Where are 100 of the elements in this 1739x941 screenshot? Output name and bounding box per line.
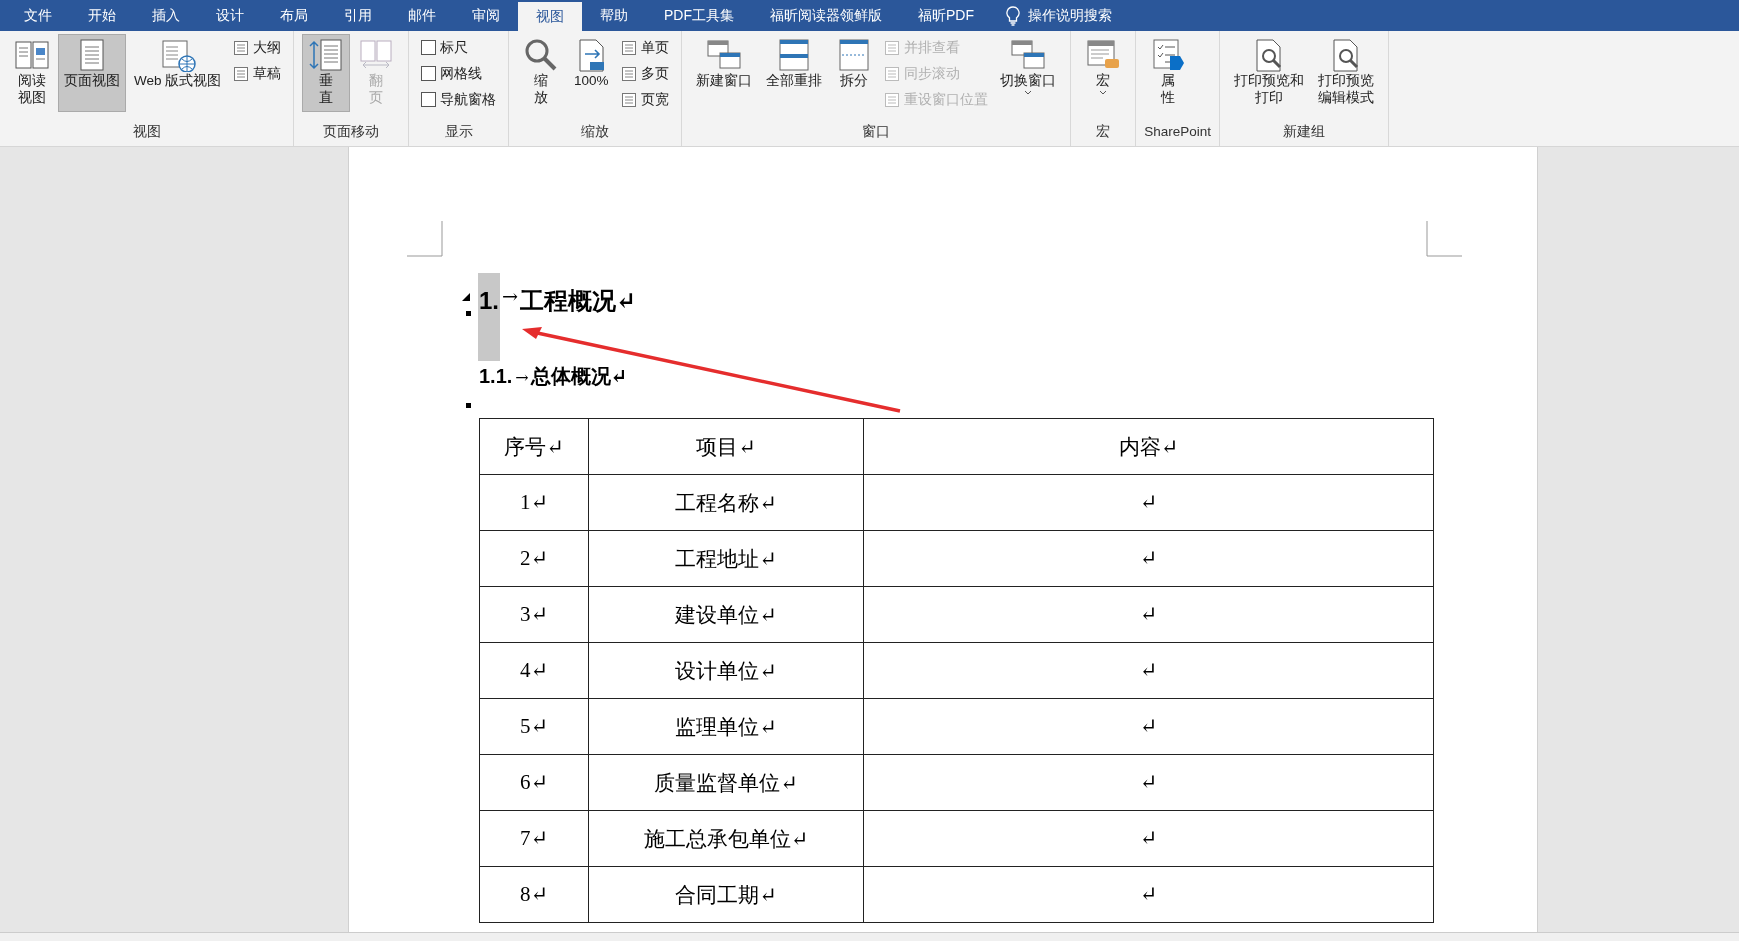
heading-number: 1. xyxy=(478,273,500,361)
ribbon-tab[interactable]: 插入 xyxy=(134,0,198,31)
table-cell: 4↵ xyxy=(479,642,589,699)
tab-mark: → xyxy=(515,368,529,387)
book-icon xyxy=(14,38,50,72)
table-cell: ↵ xyxy=(863,642,1434,699)
ribbon-button[interactable]: 大纲 xyxy=(233,37,282,58)
table-cell: 合同工期↵ xyxy=(588,866,864,923)
horizontal-scrollbar[interactable] xyxy=(0,932,1739,941)
ribbon-button[interactable]: 宏 xyxy=(1079,34,1128,112)
lightbulb-icon xyxy=(1006,5,1020,26)
ribbon-tab[interactable]: 文件 xyxy=(6,0,70,31)
table-cell: 8↵ xyxy=(479,866,589,923)
ribbon-button[interactable]: 属 性 xyxy=(1144,34,1193,112)
windows-icon xyxy=(1010,38,1047,72)
page-icon xyxy=(884,65,901,82)
ribbon-button[interactable]: 切换窗口 xyxy=(994,34,1063,112)
ribbon-tab[interactable]: 福昕PDF xyxy=(900,0,992,31)
table-cell: 6↵ xyxy=(479,754,589,811)
table-cell: 监理单位↵ xyxy=(588,698,864,755)
ribbon-tab[interactable]: 开始 xyxy=(70,0,134,31)
table-cell: 1↵ xyxy=(479,474,589,531)
ribbon-button[interactable]: 单页 xyxy=(621,37,670,58)
heading-text: 工程概况↵ xyxy=(520,285,637,317)
group-label: 窗口 xyxy=(861,123,892,141)
ribbon-tab[interactable]: 审阅 xyxy=(454,0,518,31)
page-icon xyxy=(621,91,638,108)
group-label: 新建组 xyxy=(1282,123,1327,141)
table-cell: 质量监督单位↵ xyxy=(588,754,864,811)
paragraph-marker-icon xyxy=(466,403,471,408)
margin-corner-icon xyxy=(407,221,443,257)
page-icon xyxy=(884,39,901,56)
table-cell: 2↵ xyxy=(479,530,589,587)
tell-me-search[interactable]: 操作说明搜索 xyxy=(1028,6,1112,25)
ribbon-button[interactable]: 多页 xyxy=(621,63,670,84)
table-cell: 5↵ xyxy=(479,698,589,755)
table-header-cell: 项目↵ xyxy=(588,418,864,475)
ribbon-button[interactable]: 缩 放 xyxy=(517,34,566,112)
ribbon-tab[interactable]: PDF工具集 xyxy=(646,0,752,31)
group-label: 显示 xyxy=(443,123,474,141)
margin-corner-icon xyxy=(1426,221,1462,257)
table-cell: ↵ xyxy=(863,866,1434,923)
windows-icon xyxy=(706,38,743,72)
group-label: 缩放 xyxy=(580,123,611,141)
heading-number: 1.1. xyxy=(478,365,514,388)
ribbon-button[interactable]: 拆分 xyxy=(830,34,879,112)
web-page-icon xyxy=(159,38,196,72)
table-cell: 工程名称↵ xyxy=(588,474,864,531)
collapse-triangle-icon xyxy=(462,293,470,301)
tab-mark: → xyxy=(502,285,519,308)
ribbon-button[interactable]: 阅读 视图 xyxy=(8,34,56,112)
table-cell: ↵ xyxy=(863,754,1434,811)
table-cell: 设计单位↵ xyxy=(588,642,864,699)
ribbon-button[interactable]: 草稿 xyxy=(233,63,282,84)
ribbon-tab[interactable]: 视图 xyxy=(518,2,582,31)
table-cell: ↵ xyxy=(863,698,1434,755)
group-label: SharePoint xyxy=(1144,123,1212,141)
caret-icon xyxy=(1024,90,1033,96)
table-cell: ↵ xyxy=(863,474,1434,531)
ribbon-button[interactable]: 页面视图 xyxy=(58,34,126,112)
paragraph-marker-icon xyxy=(466,311,471,316)
table-cell: 工程地址↵ xyxy=(588,530,864,587)
caret-icon xyxy=(1099,90,1108,96)
group-label: 视图 xyxy=(131,123,162,141)
page-icon xyxy=(233,39,250,56)
checkbox[interactable]: 标尺 xyxy=(421,37,497,58)
table-cell: ↵ xyxy=(863,530,1434,587)
table-header-cell: 序号↵ xyxy=(479,418,589,475)
group-label: 页面移动 xyxy=(322,123,381,141)
ribbon-button[interactable]: 新建窗口 xyxy=(690,34,759,112)
ribbon-tab[interactable]: 帮助 xyxy=(582,0,646,31)
ribbon-button[interactable]: 打印预览和 打印 xyxy=(1228,34,1311,112)
page-icon xyxy=(621,65,638,82)
page-icon xyxy=(884,91,901,108)
ribbon-button[interactable]: 全部重排 xyxy=(760,34,829,112)
ribbon-tab[interactable]: 设计 xyxy=(198,0,262,31)
checkbox[interactable]: 网格线 xyxy=(421,63,497,84)
ribbon-button[interactable]: 打印预览 编辑模式 xyxy=(1312,34,1381,112)
page-icon xyxy=(621,39,638,56)
table-cell: 建设单位↵ xyxy=(588,586,864,643)
ribbon-tab[interactable]: 邮件 xyxy=(390,0,454,31)
table-cell: 施工总承包单位↵ xyxy=(588,810,864,867)
table-cell: ↵ xyxy=(863,810,1434,867)
vertical-arrows-page-icon xyxy=(308,38,345,72)
page-icon xyxy=(233,65,250,82)
ribbon-button[interactable]: Web 版式视图 xyxy=(128,34,228,112)
table-header-cell: 内容↵ xyxy=(863,418,1434,475)
ribbon-button[interactable]: 100% xyxy=(567,34,616,112)
group-label: 宏 xyxy=(1095,123,1112,141)
checkbox[interactable]: 导航窗格 xyxy=(421,89,497,110)
checklist-icon xyxy=(1150,38,1187,72)
heading-text: 总体概况↵ xyxy=(530,363,628,390)
ribbon-tab[interactable]: 福昕阅读器领鲜版 xyxy=(752,0,900,31)
ribbon-tab[interactable]: 布局 xyxy=(262,0,326,31)
table-cell: ↵ xyxy=(863,586,1434,643)
ribbon-button[interactable]: 页宽 xyxy=(621,89,670,110)
ribbon-tab[interactable]: 引用 xyxy=(326,0,390,31)
table-cell: 3↵ xyxy=(479,586,589,643)
ribbon-button[interactable]: 垂 直 xyxy=(302,34,351,112)
table-cell: 7↵ xyxy=(479,810,589,867)
